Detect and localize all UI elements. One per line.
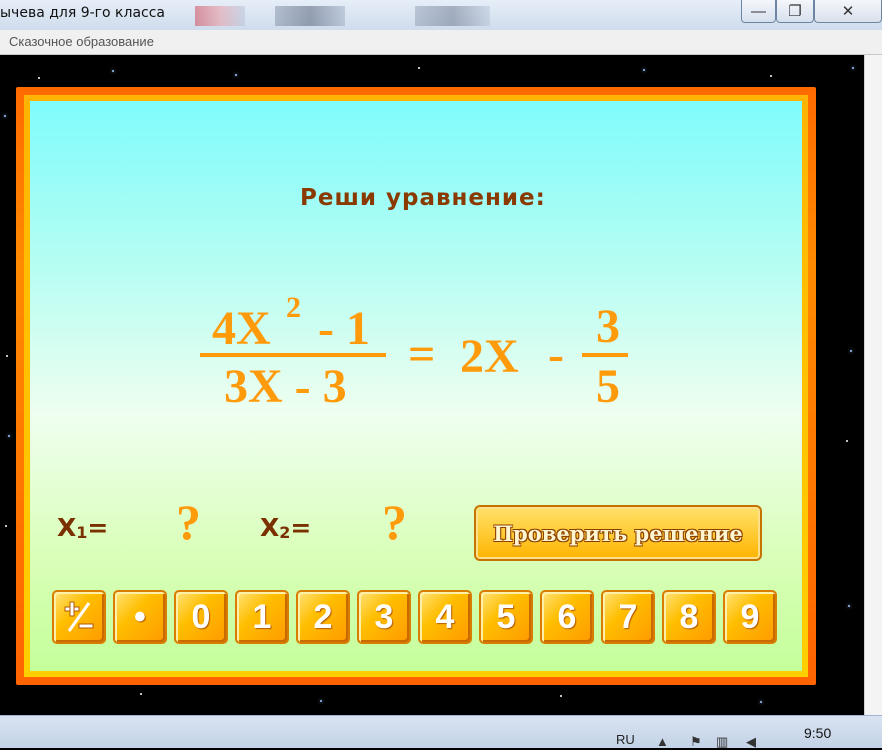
key-plus-minus[interactable] [52,590,106,644]
star [4,115,6,117]
taskbar: RU ▲ ⚑ ▥ ◀ 9:50 [0,715,882,750]
lhs-exponent: 2 [286,291,301,324]
key-label: 2 [313,597,333,636]
minimize-icon: — [751,2,766,20]
star [770,75,772,77]
key-label: 8 [679,597,699,636]
star [5,525,7,527]
star [848,605,850,607]
star [320,700,322,702]
key-7[interactable]: 7 [601,590,655,644]
key-3[interactable]: 3 [357,590,411,644]
vertical-scrollbar[interactable] [864,55,882,715]
network-icon[interactable]: ▥ [716,734,728,750]
star [235,74,237,76]
star [8,435,10,437]
language-indicator[interactable]: RU [616,732,635,747]
maximize-icon: ❐ [788,3,802,20]
key-label: 3 [374,597,394,636]
star [850,350,852,352]
close-button[interactable]: ✕ [814,0,882,23]
flag-icon[interactable]: ⚑ [690,734,702,750]
rhs-term: 2X [460,330,519,383]
rhs-fraction-bar [582,353,628,357]
lhs-fraction-bar [200,353,386,357]
key-label: 1 [252,597,272,636]
game-frame-inner: Реши уравнение: 4X 2 - 1 3X - 3 = 2X - 3… [24,95,808,677]
rhs-fraction-numerator: 3 [596,300,620,353]
rhs-fraction-denominator: 5 [596,360,620,413]
x1-equals: = [87,513,109,542]
rhs-minus: - [548,328,564,381]
window-titlebar: ычева для 9-го класса — ❐ ✕ [0,0,882,30]
lhs-numerator: 4X [212,301,271,356]
star [760,701,762,703]
key-label: 4 [435,597,455,636]
key-6[interactable]: 6 [540,590,594,644]
star [6,355,8,357]
plus-minus-icon [59,597,99,637]
key-label: 7 [618,597,638,636]
key-5[interactable]: 5 [479,590,533,644]
star [38,77,40,79]
titlebar-decoration [275,6,345,26]
maximize-button[interactable]: ❐ [776,0,814,23]
check-solution-label: Проверить решение [493,520,743,546]
star [140,693,142,695]
game-frame: Реши уравнение: 4X 2 - 1 3X - 3 = 2X - 3… [16,87,816,685]
x1-subscript: 1 [76,523,88,542]
star [643,69,645,71]
x2-letter: X [260,513,280,542]
titlebar-decoration [415,6,490,26]
x1-answer[interactable]: ? [176,493,201,551]
equals-sign: = [408,328,436,381]
key-decimal-label: • [134,597,146,636]
key-4[interactable]: 4 [418,590,472,644]
key-0[interactable]: 0 [174,590,228,644]
x2-subscript: 2 [279,523,291,542]
lhs-denominator: 3X - 3 [224,360,347,413]
task-heading: Реши уравнение: [300,185,546,211]
key-label: 9 [740,597,760,636]
clock[interactable]: 9:50 [804,725,831,741]
x1-label: X1= [57,513,108,542]
key-1[interactable]: 1 [235,590,289,644]
window-title: ычева для 9-го класса [0,5,166,21]
keypad: • 0 1 2 3 4 5 6 7 8 9 [52,590,782,646]
key-2[interactable]: 2 [296,590,350,644]
check-solution-button[interactable]: Проверить решение [474,505,762,561]
minimize-button[interactable]: — [741,0,776,23]
star [418,67,420,69]
menubar: Сказочное образование [0,30,882,55]
key-label: 0 [191,597,211,636]
speaker-icon[interactable]: ◀ [746,734,756,750]
key-8[interactable]: 8 [662,590,716,644]
x2-answer[interactable]: ? [382,493,407,551]
x2-equals: = [290,513,312,542]
lhs-numerator-tail: - 1 [318,302,370,355]
titlebar-decoration [195,6,245,26]
game-panel: Реши уравнение: 4X 2 - 1 3X - 3 = 2X - 3… [30,101,802,671]
key-label: 5 [496,597,516,636]
app-name: Сказочное образование [9,34,154,49]
key-9[interactable]: 9 [723,590,777,644]
star [852,67,854,69]
star [112,70,114,72]
star [560,695,562,697]
key-label: 6 [557,597,577,636]
key-decimal-point[interactable]: • [113,590,167,644]
x1-letter: X [57,513,77,542]
x2-label: X2= [260,513,311,542]
lhs-numerator-term: 4X [212,302,271,355]
star [846,440,848,442]
close-icon: ✕ [841,3,855,20]
